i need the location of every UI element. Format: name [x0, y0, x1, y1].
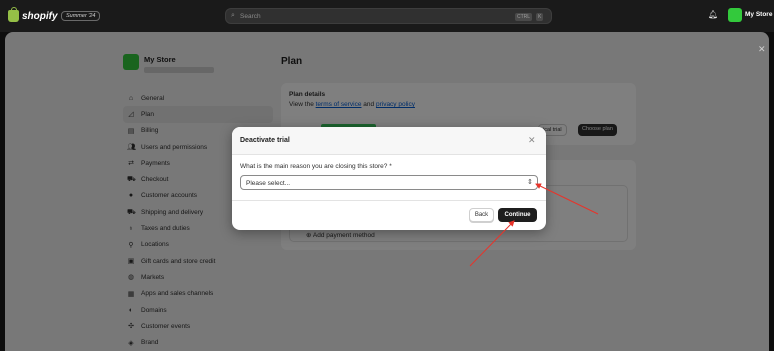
shopify-logo[interactable]: shopify: [8, 7, 58, 22]
select-chevron-icon: ⇕: [527, 179, 533, 186]
reason-label: What is the main reason you are closing …: [240, 163, 392, 170]
shopify-bag-icon: [8, 7, 19, 22]
store-avatar[interactable]: [728, 8, 742, 22]
back-button[interactable]: Back: [469, 208, 494, 222]
edition-badge: Summer '24: [61, 11, 101, 21]
reason-select-value: Please select...: [246, 180, 291, 187]
close-icon[interactable]: ✕: [758, 44, 766, 55]
shortcut-key: K: [536, 13, 544, 21]
modal-close-icon[interactable]: ✕: [528, 135, 536, 146]
modal-header: Deactivate trial ✕: [232, 127, 546, 155]
continue-button[interactable]: Continue: [498, 208, 537, 222]
top-bar: shopify Summer '24 ⌕ Search CTRL K 🔔︎ My…: [0, 0, 774, 32]
store-menu-name[interactable]: My Store: [745, 11, 772, 18]
reason-select[interactable]: Please select... ⇕: [240, 175, 538, 190]
search-icon: ⌕: [231, 12, 235, 19]
shortcut-ctrl: CTRL: [515, 13, 533, 21]
modal-divider: [232, 200, 546, 201]
modal-title: Deactivate trial: [240, 137, 290, 144]
bell-icon[interactable]: 🔔︎: [708, 10, 718, 19]
deactivate-trial-modal: Deactivate trial ✕ What is the main reas…: [232, 127, 546, 230]
search-bar[interactable]: ⌕ Search CTRL K: [225, 8, 552, 24]
search-placeholder: Search: [240, 13, 261, 20]
brand-name: shopify: [22, 10, 58, 22]
